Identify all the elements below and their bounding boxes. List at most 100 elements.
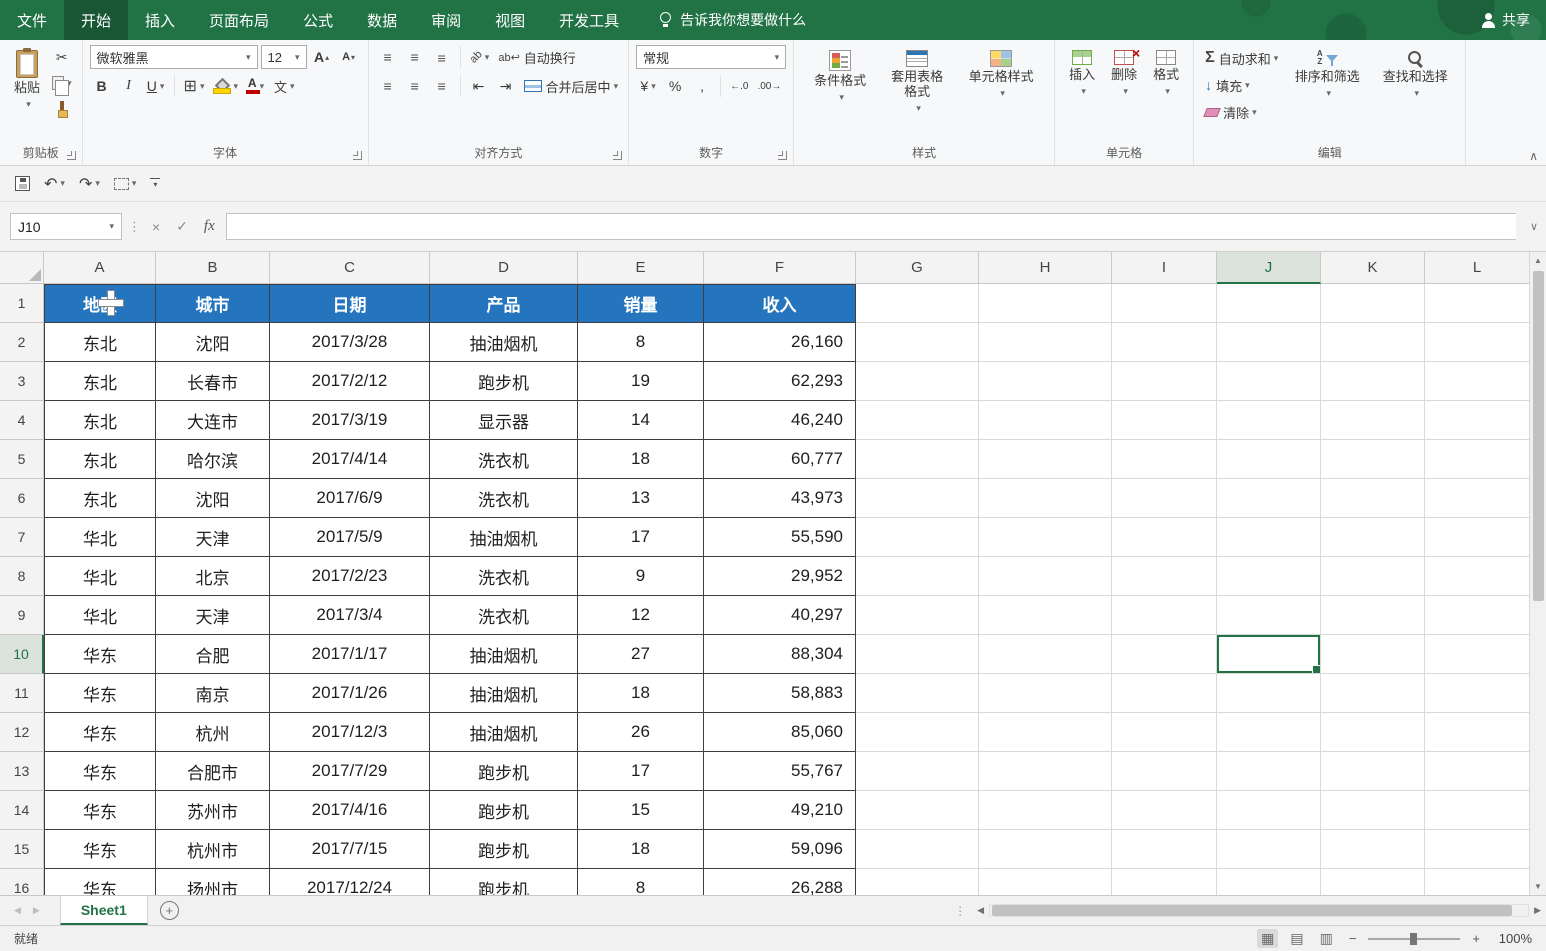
cell-K12[interactable] xyxy=(1321,713,1425,752)
cell-G5[interactable] xyxy=(856,440,979,479)
cell-L3[interactable] xyxy=(1425,362,1529,401)
fill-button[interactable]: ↓填充▾ xyxy=(1201,72,1282,98)
number-format-select[interactable]: 常规▾ xyxy=(636,45,786,69)
cell-J5[interactable] xyxy=(1217,440,1321,479)
undo-button[interactable]: ↶▾ xyxy=(39,171,70,197)
insert-cells-button[interactable]: 插入 ▾ xyxy=(1062,45,1102,102)
align-left-button[interactable]: ≡ xyxy=(376,74,400,98)
hscroll-right-icon[interactable]: ▶ xyxy=(1529,905,1546,916)
align-center-button[interactable]: ≡ xyxy=(403,74,427,98)
align-top-button[interactable]: ≡ xyxy=(376,45,400,69)
cell-B5[interactable]: 哈尔滨 xyxy=(156,440,270,479)
cell-D4[interactable]: 显示器 xyxy=(430,401,578,440)
zoom-in-button[interactable]: + xyxy=(1468,931,1484,946)
insert-function-button[interactable]: fx xyxy=(199,218,220,235)
cell-D1[interactable]: 产品 xyxy=(430,284,578,323)
underline-button[interactable]: U▾ xyxy=(144,74,168,98)
cell-B11[interactable]: 南京 xyxy=(156,674,270,713)
copy-button[interactable]: ▾ xyxy=(49,71,75,95)
cell-C9[interactable]: 2017/3/4 xyxy=(270,596,430,635)
column-header-E[interactable]: E xyxy=(578,252,704,284)
menu-tab-页面布局[interactable]: 页面布局 xyxy=(192,0,286,40)
collapse-ribbon-button[interactable]: ∧ xyxy=(1529,149,1538,163)
cell-I2[interactable] xyxy=(1112,323,1217,362)
format-cells-button[interactable]: 格式 ▾ xyxy=(1146,45,1186,102)
autosum-button[interactable]: Σ自动求和▾ xyxy=(1201,45,1282,71)
format-painter-button[interactable] xyxy=(49,97,75,121)
row-header-13[interactable]: 13 xyxy=(0,752,44,791)
cell-J4[interactable] xyxy=(1217,401,1321,440)
row-header-9[interactable]: 9 xyxy=(0,596,44,635)
cell-B4[interactable]: 大连市 xyxy=(156,401,270,440)
font-name-select[interactable]: 微软雅黑▾ xyxy=(90,45,258,69)
cell-F3[interactable]: 62,293 xyxy=(704,362,856,401)
cell-A2[interactable]: 东北 xyxy=(44,323,156,362)
cell-I12[interactable] xyxy=(1112,713,1217,752)
cell-E9[interactable]: 12 xyxy=(578,596,704,635)
cell-G2[interactable] xyxy=(856,323,979,362)
zoom-out-button[interactable]: − xyxy=(1345,931,1361,946)
horizontal-scrollbar[interactable] xyxy=(989,904,1529,917)
row-header-6[interactable]: 6 xyxy=(0,479,44,518)
format-as-table-button[interactable]: 套用表格格式 ▾ xyxy=(881,45,953,119)
cell-D2[interactable]: 抽油烟机 xyxy=(430,323,578,362)
cell-D6[interactable]: 洗衣机 xyxy=(430,479,578,518)
cell-G12[interactable] xyxy=(856,713,979,752)
cell-L12[interactable] xyxy=(1425,713,1529,752)
cell-D16[interactable]: 跑步机 xyxy=(430,869,578,895)
cell-E8[interactable]: 9 xyxy=(578,557,704,596)
cell-I10[interactable] xyxy=(1112,635,1217,674)
cell-D14[interactable]: 跑步机 xyxy=(430,791,578,830)
italic-button[interactable]: I xyxy=(117,74,141,98)
cell-D3[interactable]: 跑步机 xyxy=(430,362,578,401)
vertical-scrollbar[interactable]: ▲ ▼ xyxy=(1529,252,1546,895)
customize-qat-button[interactable]: ▾ xyxy=(145,171,165,197)
cell-L15[interactable] xyxy=(1425,830,1529,869)
save-button[interactable] xyxy=(10,171,35,197)
cell-D15[interactable]: 跑步机 xyxy=(430,830,578,869)
cell-A12[interactable]: 华东 xyxy=(44,713,156,752)
cell-K7[interactable] xyxy=(1321,518,1425,557)
cell-F13[interactable]: 55,767 xyxy=(704,752,856,791)
cell-K9[interactable] xyxy=(1321,596,1425,635)
row-header-3[interactable]: 3 xyxy=(0,362,44,401)
cell-I1[interactable] xyxy=(1112,284,1217,323)
cell-D10[interactable]: 抽油烟机 xyxy=(430,635,578,674)
cell-G4[interactable] xyxy=(856,401,979,440)
column-header-J[interactable]: J xyxy=(1217,252,1321,284)
row-header-5[interactable]: 5 xyxy=(0,440,44,479)
cell-G7[interactable] xyxy=(856,518,979,557)
cell-styles-button[interactable]: 单元格样式 ▾ xyxy=(955,45,1047,104)
percent-style-button[interactable]: % xyxy=(663,74,687,98)
cell-K1[interactable] xyxy=(1321,284,1425,323)
find-select-button[interactable]: 查找和选择 ▾ xyxy=(1372,45,1458,104)
name-box[interactable]: J10▾ xyxy=(10,213,122,240)
cell-G8[interactable] xyxy=(856,557,979,596)
increase-decimal-button[interactable]: ←.0 xyxy=(727,74,751,98)
cell-K13[interactable] xyxy=(1321,752,1425,791)
cell-H5[interactable] xyxy=(979,440,1112,479)
menu-tab-视图[interactable]: 视图 xyxy=(478,0,542,40)
zoom-slider[interactable] xyxy=(1368,938,1460,940)
cell-G16[interactable] xyxy=(856,869,979,895)
cell-J9[interactable] xyxy=(1217,596,1321,635)
cell-K10[interactable] xyxy=(1321,635,1425,674)
cell-I7[interactable] xyxy=(1112,518,1217,557)
cell-H6[interactable] xyxy=(979,479,1112,518)
cell-E11[interactable]: 18 xyxy=(578,674,704,713)
cell-J16[interactable] xyxy=(1217,869,1321,895)
grow-font-button[interactable]: A▴ xyxy=(310,45,334,69)
cell-I6[interactable] xyxy=(1112,479,1217,518)
cell-H2[interactable] xyxy=(979,323,1112,362)
decrease-indent-button[interactable]: ⇤ xyxy=(467,74,491,98)
cell-H14[interactable] xyxy=(979,791,1112,830)
cell-B12[interactable]: 杭州 xyxy=(156,713,270,752)
column-header-F[interactable]: F xyxy=(704,252,856,284)
cell-B6[interactable]: 沈阳 xyxy=(156,479,270,518)
cell-C7[interactable]: 2017/5/9 xyxy=(270,518,430,557)
cell-K15[interactable] xyxy=(1321,830,1425,869)
cell-I8[interactable] xyxy=(1112,557,1217,596)
cell-H4[interactable] xyxy=(979,401,1112,440)
cell-A5[interactable]: 东北 xyxy=(44,440,156,479)
cell-A16[interactable]: 华东 xyxy=(44,869,156,895)
